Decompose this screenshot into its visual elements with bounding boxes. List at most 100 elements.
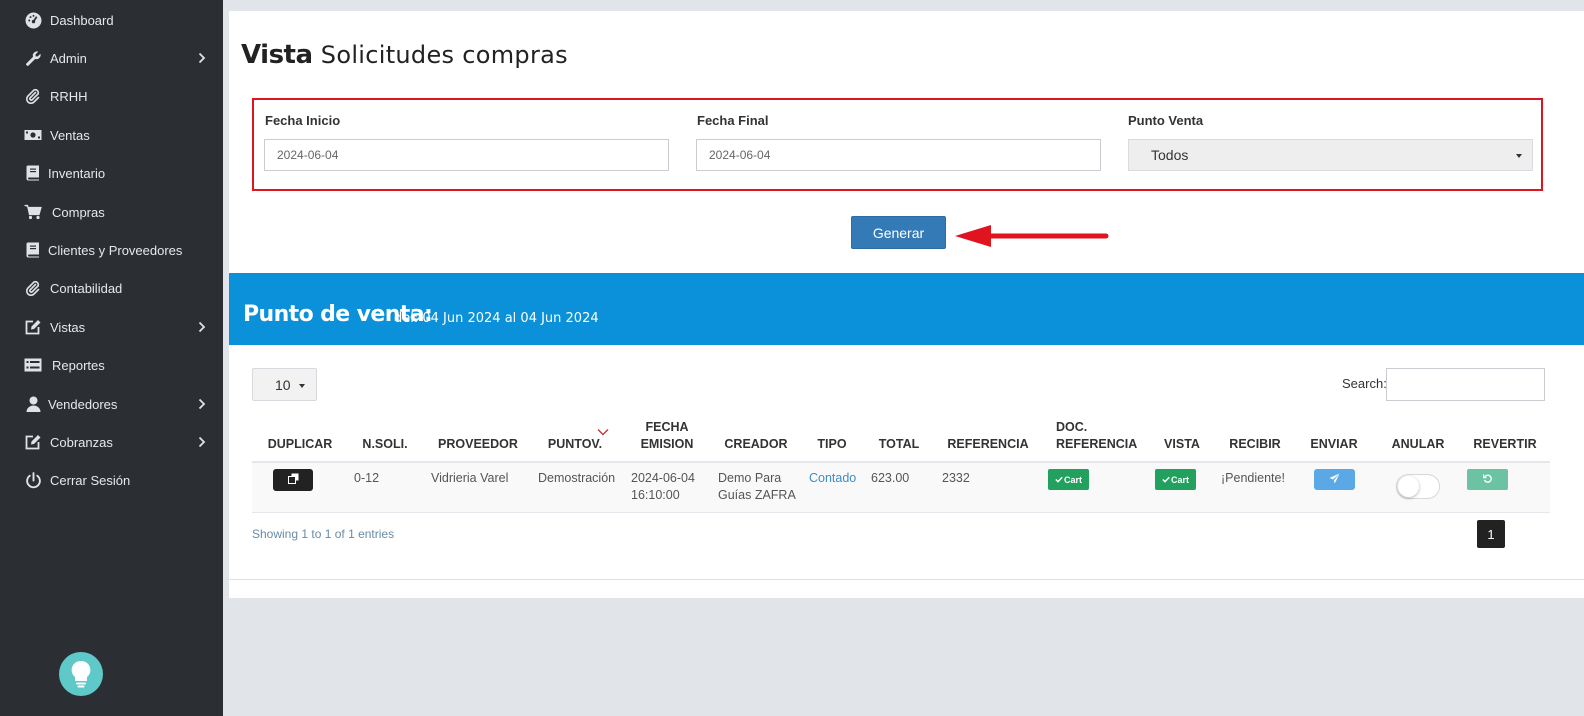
red-arrow-annotation bbox=[955, 224, 1111, 253]
sidebar-item-label: Dashboard bbox=[50, 12, 114, 28]
th-doc-referencia[interactable]: DOC. REFERENCIA bbox=[1056, 419, 1137, 453]
doc-referencia-cart-button[interactable]: Cart bbox=[1048, 469, 1089, 490]
page-length-select[interactable]: 10 bbox=[252, 368, 317, 401]
sidebar-item-inventario[interactable]: Inventario bbox=[0, 154, 223, 192]
card-footer bbox=[229, 579, 1584, 598]
power-icon bbox=[24, 471, 42, 489]
sidebar-item-reportes[interactable]: Reportes bbox=[0, 346, 223, 384]
chevron-right-icon bbox=[196, 321, 208, 333]
copy-icon bbox=[287, 471, 299, 489]
sidebar-item-label: Inventario bbox=[48, 165, 106, 181]
chevron-right-icon bbox=[196, 52, 208, 64]
th-tipo[interactable]: TIPO bbox=[812, 436, 852, 453]
caret-down-icon bbox=[299, 384, 305, 388]
anular-toggle[interactable] bbox=[1396, 474, 1440, 499]
edit-icon bbox=[24, 433, 42, 451]
enviar-button[interactable] bbox=[1314, 469, 1355, 490]
undo-icon bbox=[1482, 471, 1493, 489]
sidebar-item-cobranzas[interactable]: Cobranzas bbox=[0, 423, 223, 461]
sidebar-item-label: Admin bbox=[50, 50, 87, 66]
th-duplicar[interactable]: DUPLICAR bbox=[266, 436, 334, 453]
sidebar-item-dashboard[interactable]: Dashboard bbox=[0, 1, 223, 39]
cell-creador-line2: Guías ZAFRA bbox=[718, 488, 796, 502]
th-docref-line1: DOC. bbox=[1056, 420, 1088, 434]
th-fecha-line1: FECHA bbox=[645, 420, 689, 434]
sidebar-item-rrhh[interactable]: RRHH bbox=[0, 77, 223, 115]
toggle-knob bbox=[1398, 476, 1419, 497]
th-anular[interactable]: ANULAR bbox=[1386, 436, 1450, 453]
punto-venta-label: Punto Venta bbox=[1128, 113, 1204, 128]
punto-venta-select[interactable]: Todos bbox=[1128, 139, 1533, 171]
fecha-inicio-input[interactable]: 2024-06-04 bbox=[264, 139, 669, 171]
paperclip-icon bbox=[24, 87, 42, 105]
edit-icon bbox=[24, 318, 42, 336]
table-info: Showing 1 to 1 of 1 entries bbox=[252, 527, 395, 541]
book-icon bbox=[24, 241, 42, 259]
th-enviar[interactable]: ENVIAR bbox=[1306, 436, 1362, 453]
user-icon bbox=[24, 395, 42, 413]
sidebar-item-vendedores[interactable]: Vendedores bbox=[0, 385, 223, 423]
cell-recibir-status: ¡Pendiente! bbox=[1221, 471, 1285, 485]
vista-cart-label: Cart bbox=[1170, 474, 1189, 485]
sidebar-item-ventas[interactable]: Ventas bbox=[0, 116, 223, 154]
sidebar: Dashboard Admin RRHH Ventas Inventario C… bbox=[0, 0, 223, 716]
sidebar-item-label: Cobranzas bbox=[50, 434, 113, 450]
check-icon bbox=[1162, 475, 1170, 485]
sidebar-item-label: Vendedores bbox=[48, 396, 118, 412]
sidebar-item-label: Cerrar Sesión bbox=[50, 472, 131, 488]
sidebar-item-admin[interactable]: Admin bbox=[0, 39, 223, 77]
th-referencia[interactable]: REFERENCIA bbox=[946, 436, 1030, 453]
cell-referencia: 2332 bbox=[942, 471, 970, 485]
th-total[interactable]: TOTAL bbox=[874, 436, 924, 453]
page-title: Vista Solicitudes compras bbox=[241, 40, 568, 70]
sidebar-item-label: RRHH bbox=[50, 88, 88, 104]
vista-cart-button[interactable]: Cart bbox=[1155, 469, 1196, 490]
th-recibir[interactable]: RECIBIR bbox=[1226, 436, 1284, 453]
cell-total: 623.00 bbox=[871, 471, 910, 485]
sidebar-item-compras[interactable]: Compras bbox=[0, 193, 223, 231]
punto-venta-selected: Todos bbox=[1151, 147, 1189, 163]
search-label: Search: bbox=[1342, 376, 1387, 391]
th-nsoli[interactable]: N.SOLI. bbox=[356, 436, 414, 453]
th-creador[interactable]: CREADOR bbox=[720, 436, 792, 453]
pagination-page-1[interactable]: 1 bbox=[1477, 520, 1505, 548]
sidebar-item-vistas[interactable]: Vistas bbox=[0, 308, 223, 346]
send-icon bbox=[1329, 471, 1340, 489]
dashboard-icon bbox=[24, 11, 42, 29]
cell-hora: 16:10:00 bbox=[631, 488, 680, 502]
th-docref-line2: REFERENCIA bbox=[1056, 437, 1138, 451]
th-fecha-line2: EMISION bbox=[640, 437, 694, 451]
page-title-light: Solicitudes compras bbox=[320, 41, 568, 69]
doc-referencia-cart-label: Cart bbox=[1063, 474, 1082, 485]
money-icon bbox=[24, 126, 42, 144]
fecha-inicio-label: Fecha Inicio bbox=[265, 113, 341, 128]
sidebar-item-label: Ventas bbox=[50, 127, 90, 143]
revertir-button[interactable] bbox=[1467, 469, 1508, 490]
th-fecha-emision[interactable]: FECHA EMISION bbox=[634, 419, 700, 453]
lightbulb-icon[interactable] bbox=[59, 652, 103, 696]
search-input[interactable] bbox=[1386, 368, 1545, 401]
th-revertir[interactable]: REVERTIR bbox=[1470, 436, 1540, 453]
banner-date-range: del: 04 Jun 2024 al 04 Jun 2024 bbox=[394, 311, 599, 326]
cell-fecha-emision: 2024-06-04 16:10:00 bbox=[631, 470, 695, 504]
duplicate-button[interactable] bbox=[273, 469, 313, 491]
cell-proveedor: Vidrieria Varel bbox=[431, 471, 509, 485]
sidebar-item-cerrar-sesion[interactable]: Cerrar Sesión bbox=[0, 461, 223, 499]
sidebar-item-contabilidad[interactable]: Contabilidad bbox=[0, 269, 223, 307]
page-length-value: 10 bbox=[275, 376, 291, 393]
report-banner bbox=[229, 273, 1584, 345]
th-vista[interactable]: VISTA bbox=[1160, 436, 1204, 453]
sidebar-item-label: Clientes y Proveedores bbox=[48, 242, 183, 258]
chevron-right-icon bbox=[196, 398, 208, 410]
paperclip-icon bbox=[24, 279, 42, 297]
cell-nsoli: 0-12 bbox=[354, 471, 380, 485]
book-icon bbox=[24, 164, 42, 182]
chevron-right-icon bbox=[196, 436, 208, 448]
cell-tipo-link[interactable]: Contado bbox=[809, 470, 856, 487]
caret-down-icon bbox=[1516, 154, 1522, 158]
generar-button[interactable]: Generar bbox=[851, 216, 946, 249]
th-puntov[interactable]: PUNTOV. bbox=[542, 436, 608, 453]
th-proveedor[interactable]: PROVEEDOR bbox=[436, 436, 520, 453]
fecha-final-input[interactable]: 2024-06-04 bbox=[696, 139, 1101, 171]
sidebar-item-clientes-proveedores[interactable]: Clientes y Proveedores bbox=[0, 231, 223, 269]
